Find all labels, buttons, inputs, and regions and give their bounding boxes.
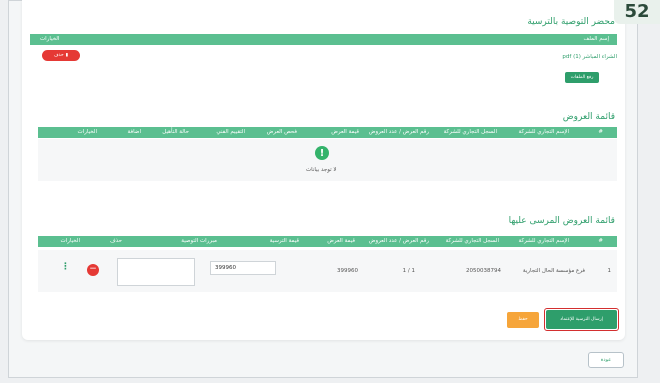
- col-index: #: [598, 129, 603, 135]
- col-qualification: حالة التأهيل: [162, 129, 189, 135]
- row-cr: 2050038794: [466, 268, 501, 274]
- row-index: 1: [607, 268, 612, 274]
- save-button[interactable]: حفظ: [507, 312, 539, 328]
- header-file-name: إسم الملف: [583, 36, 609, 42]
- col-offer-value: قيمة العرض: [331, 129, 359, 135]
- remove-row-button[interactable]: −: [87, 264, 99, 276]
- delete-file-label: حذف: [53, 53, 64, 58]
- justification-textarea[interactable]: [117, 258, 195, 286]
- trash-icon: ▮: [65, 53, 69, 58]
- col-award-value: قيمة الترسية: [269, 238, 299, 244]
- col-offer-value: قيمة العرض: [327, 238, 355, 244]
- award-minutes-header: إسم الملف الخيارات: [30, 34, 617, 45]
- col-cr: السجل التجاري للشركة: [443, 129, 497, 135]
- col-justification: مبررات التوصية: [181, 238, 217, 244]
- col-cr: السجل التجاري للشركة: [445, 238, 499, 244]
- send-award-button[interactable]: إرسال الترسية للإعتماد: [546, 310, 617, 329]
- empty-state-text: لا توجد بيانات: [306, 167, 337, 173]
- awarded-table-header: # الإسم التجاري للشركة السجل التجاري للش…: [38, 236, 617, 247]
- row-company: فرع مؤسسة الحال التجارية: [522, 268, 585, 274]
- col-delete: حذف: [110, 238, 122, 244]
- send-award-highlight: إرسال الترسية للإعتماد: [544, 308, 619, 331]
- alert-icon: !: [315, 146, 329, 160]
- awarded-list-title: قائمة العروض المرسى عليها: [508, 216, 615, 226]
- row-offer-value: 399960: [337, 268, 358, 274]
- offers-list-title: قائمة العروض: [562, 112, 615, 122]
- row-options-menu-icon[interactable]: ⋮: [61, 262, 70, 272]
- col-company-name: الإسم التجاري للشركة: [518, 129, 570, 135]
- upload-files-button[interactable]: رفع الملفات: [565, 72, 599, 83]
- file-name-link[interactable]: الشراء المباشر (1) pdf: [562, 54, 617, 60]
- col-index: #: [598, 238, 603, 244]
- main-panel: محضر التوصية بالترسية إسم الملف الخيارات…: [22, 0, 625, 340]
- offers-empty-row: [38, 139, 617, 181]
- award-value-text: 399960: [215, 265, 236, 271]
- step-number-badge: 52: [614, 0, 660, 24]
- col-options: الخيارات: [77, 129, 97, 135]
- col-tech-eval: التقييم الفني: [216, 129, 245, 135]
- col-add: اضافة: [127, 129, 141, 135]
- offers-table-header: # الإسم التجاري للشركة السجل التجاري للش…: [38, 127, 617, 138]
- col-offer-no: رقم العرض / عدد العروض: [368, 129, 429, 135]
- award-value-input[interactable]: 399960: [210, 261, 276, 275]
- row-offer-no: 1 / 1: [402, 268, 415, 274]
- delete-file-button[interactable]: ▮ حذف: [42, 50, 80, 61]
- award-minutes-title: محضر التوصية بالترسية: [527, 17, 615, 27]
- col-options: الخيارات: [60, 238, 80, 244]
- header-options: الخيارات: [40, 36, 60, 42]
- col-company-name: الإسم التجاري للشركة: [518, 238, 570, 244]
- back-button[interactable]: عودة: [588, 352, 624, 368]
- col-offer-check: فحص العرض: [266, 129, 297, 135]
- col-offer-no: رقم العرض / عدد العروض: [368, 238, 429, 244]
